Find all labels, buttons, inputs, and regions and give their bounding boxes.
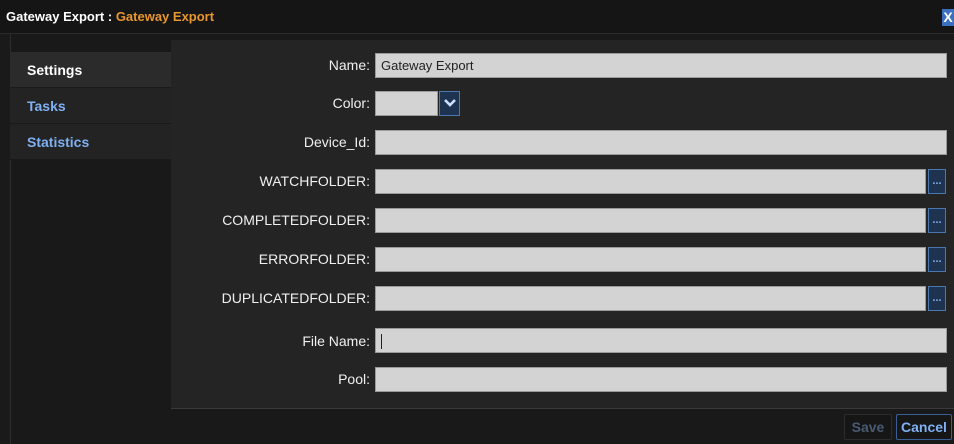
sidebar: Settings Tasks Statistics [10, 52, 171, 160]
watchfolder-browse-button[interactable]: ... [928, 169, 946, 194]
duplicatedfolder-browse-button[interactable]: ... [928, 286, 946, 311]
errorfolder-browse-button[interactable]: ... [928, 247, 946, 272]
file-name-label: File Name: [302, 333, 370, 349]
errorfolder-input[interactable] [375, 247, 926, 272]
device-id-label: Device_Id: [303, 134, 370, 150]
watchfolder-input[interactable] [375, 169, 926, 194]
device-id-input[interactable] [375, 130, 947, 155]
completedfolder-input[interactable] [375, 208, 926, 233]
window-title-prefix: Gateway Export : [6, 9, 116, 24]
window-title-name: Gateway Export [115, 9, 215, 24]
chevron-down-icon [444, 99, 456, 107]
completedfolder-label: COMPLETEDFOLDER: [222, 212, 370, 228]
save-button[interactable]: Save [844, 414, 892, 440]
ellipsis-icon: ... [932, 253, 942, 265]
sidebar-item-tasks[interactable]: Tasks [10, 88, 171, 124]
pool-input[interactable] [375, 367, 947, 392]
errorfolder-label: ERRORFOLDER: [258, 251, 370, 267]
window-title: Gateway Export : Gateway Export [6, 9, 214, 24]
name-input[interactable]: Gateway Export [375, 53, 947, 78]
file-name-input[interactable] [375, 328, 947, 353]
ellipsis-icon: ... [932, 292, 942, 304]
close-button[interactable]: X [942, 9, 954, 26]
close-icon: X [943, 9, 953, 25]
completedfolder-browse-button[interactable]: ... [928, 208, 946, 233]
sidebar-item-settings[interactable]: Settings [10, 52, 171, 88]
duplicatedfolder-label: DUPLICATEDFOLDER: [221, 290, 370, 306]
watchfolder-label: WATCHFOLDER: [259, 173, 370, 189]
window-titlebar: Gateway Export : Gateway Export X [0, 0, 954, 34]
text-cursor [381, 334, 382, 350]
sidebar-item-statistics[interactable]: Statistics [10, 124, 171, 160]
color-dropdown-button[interactable] [439, 91, 460, 116]
pool-label: Pool: [338, 371, 370, 387]
ellipsis-icon: ... [932, 214, 942, 226]
color-label: Color: [332, 95, 370, 111]
cancel-button[interactable]: Cancel [896, 414, 952, 440]
name-label: Name: [328, 57, 370, 73]
ellipsis-icon: ... [932, 175, 942, 187]
color-select[interactable] [375, 91, 438, 116]
duplicatedfolder-input[interactable] [375, 286, 926, 311]
